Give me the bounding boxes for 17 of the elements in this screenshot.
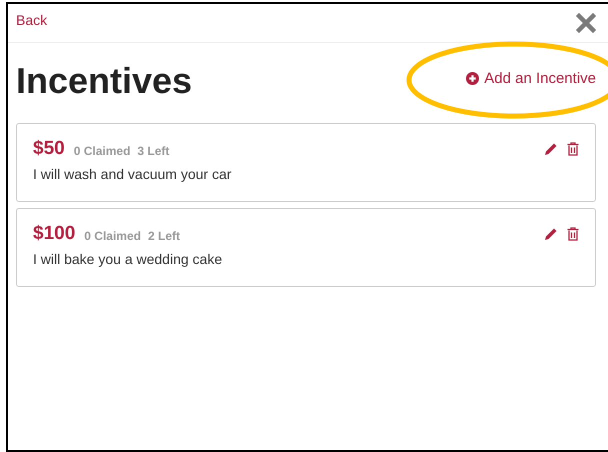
claimed-count: 0 Claimed [74,144,130,158]
incentive-amount: $50 [33,138,65,160]
close-icon[interactable] [576,13,596,33]
left-count: 3 Left [137,144,170,158]
incentive-amount: $100 [33,223,76,245]
trash-icon[interactable] [567,142,579,156]
incentive-description: I will wash and vacuum your car [33,166,232,182]
left-count: 2 Left [148,229,180,243]
claimed-count: 0 Claimed [84,229,141,243]
add-incentive-link[interactable]: Add an Incentive [466,70,596,86]
pencil-icon[interactable] [544,227,558,241]
incentive-description: I will bake you a wedding cake [33,251,224,267]
pencil-icon[interactable] [544,142,558,156]
back-link[interactable]: Back [16,12,48,28]
trash-icon[interactable] [567,227,579,241]
page-title: Incentives [16,60,192,102]
plus-circle-icon [466,72,480,84]
